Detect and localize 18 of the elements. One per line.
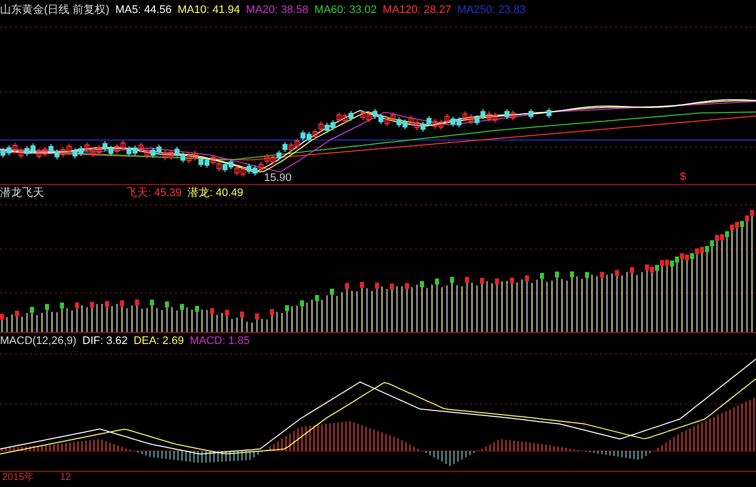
signal-marker: $ bbox=[680, 172, 686, 183]
indicator-value: MA120: 28.27 bbox=[382, 2, 452, 18]
panel-title: 山东黄金(日线 前复权) bbox=[0, 2, 110, 18]
indicator-value: MA5: 44.56 bbox=[115, 2, 172, 18]
price-label: 15.90 bbox=[264, 173, 292, 184]
panel-title: MACD(12,26,9) bbox=[0, 334, 76, 349]
indicator-value: MACD: 1.85 bbox=[190, 334, 250, 349]
indicator-value: DIF: 3.62 bbox=[82, 334, 128, 349]
axis-label: 2015年 bbox=[2, 473, 34, 483]
indicator-value: 飞天: 45.39 bbox=[126, 186, 182, 201]
panel-title: 潜龙飞天 bbox=[0, 186, 45, 201]
indicator-value: MA10: 41.94 bbox=[178, 2, 240, 18]
indicator-value: MA250: 23.83 bbox=[457, 2, 526, 18]
axis-label: 12 bbox=[60, 473, 72, 483]
indicator-value: DEA: 2.69 bbox=[134, 334, 184, 349]
indicator-value: MA60: 33.02 bbox=[314, 2, 377, 18]
indicator-value: MA20: 38.58 bbox=[246, 2, 308, 18]
indicator-value: 潜龙: 40.49 bbox=[188, 186, 244, 201]
